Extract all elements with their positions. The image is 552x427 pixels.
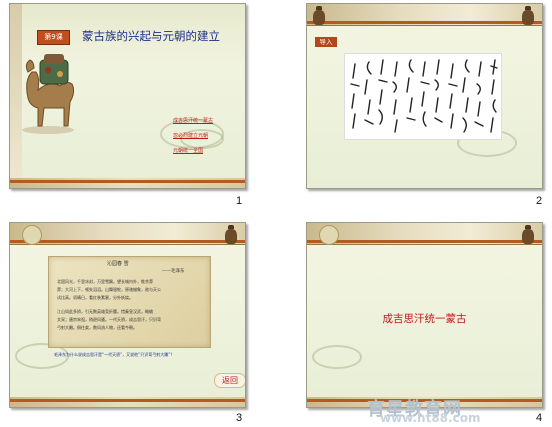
poem-line: 文采；唐宗宋祖，稍逊风骚。一代天骄，成吉思汗，只识弯 (57, 317, 161, 322)
link-yuan-unify[interactable]: 元朝统一全国 (173, 147, 243, 154)
slide-title: 蒙古族的兴起与元朝的建立 (82, 29, 220, 43)
slide-number: 4 (536, 412, 543, 424)
slide-1-thumbnail[interactable]: 第9课 蒙古族的兴起与元朝的建立 成吉思汗统一蒙古 忽必烈建立元朝 元朝统一全国 (9, 3, 246, 189)
top-decor-band (10, 223, 245, 245)
link-genghis-unify[interactable]: 成吉思汗统一蒙古 (173, 117, 243, 124)
poem-line: 江山如此多娇，引无数英雄竞折腰。惜秦皇汉武，略输 (57, 309, 153, 314)
slide-number: 2 (536, 195, 543, 207)
poem-line: 北国风光，千里冰封，万里雪飘。望长城内外，惟余莽 (57, 279, 153, 284)
calligraphy-image (344, 53, 502, 140)
slide-number: 3 (236, 412, 243, 424)
poem-line: 莽；大河上下，顿失滔滔。山舞银蛇，原驰蜡象，欲与天公 (57, 287, 161, 292)
top-decor-band (307, 4, 542, 26)
teapot-icon (522, 225, 534, 244)
poem-author: ——毛泽东 (162, 269, 185, 274)
intro-label: 导入 (315, 37, 337, 47)
back-button[interactable]: 返回 (214, 373, 245, 388)
seal-icon (319, 225, 339, 245)
link-kublai-yuan[interactable]: 忽必烈建立元朝 (173, 132, 243, 139)
seal-icon (22, 225, 42, 245)
top-decor-band (307, 223, 542, 245)
poem-line: 试比高。须晴日，看红装素裹，分外妖娆。 (57, 295, 133, 300)
poem-parchment: 沁园春 雪 ——毛泽东 北国风光，千里冰封，万里雪飘。望长城内外，惟余莽 莽；大… (48, 256, 211, 348)
slide-heading: 成吉思汗统一蒙古 (382, 313, 467, 325)
question-note: 毛泽东为什么说成吉思汗是“一代天骄”，又说他“只识弯弓射大雕”？ (54, 352, 175, 357)
teapot-icon (225, 225, 237, 244)
lesson-tag: 第9课 (37, 30, 70, 45)
slide-number: 1 (236, 195, 243, 207)
teapot-icon (522, 6, 534, 25)
slide-3-thumbnail[interactable]: 沁园春 雪 ——毛泽东 北国风光，千里冰封，万里雪飘。望长城内外，惟余莽 莽；大… (9, 222, 246, 408)
bottom-decor-band (10, 397, 245, 407)
camel-figurine-image (22, 54, 75, 134)
watermark-url: www.ht88.com (380, 411, 481, 425)
bottom-decor-band (10, 178, 245, 188)
cloud-pattern (312, 345, 362, 369)
slide-1-link-list: 成吉思汗统一蒙古 忽必烈建立元朝 元朝统一全国 (173, 117, 243, 162)
slide-2-thumbnail[interactable]: 导入 (306, 3, 543, 189)
poem-line: 弓射大雕。俱往矣，数风流人物，还看今朝。 (57, 325, 137, 330)
poem-title: 沁园春 雪 (107, 261, 129, 267)
teapot-icon (313, 6, 325, 25)
slide-4-thumbnail[interactable]: 成吉思汗统一蒙古 (306, 222, 543, 408)
